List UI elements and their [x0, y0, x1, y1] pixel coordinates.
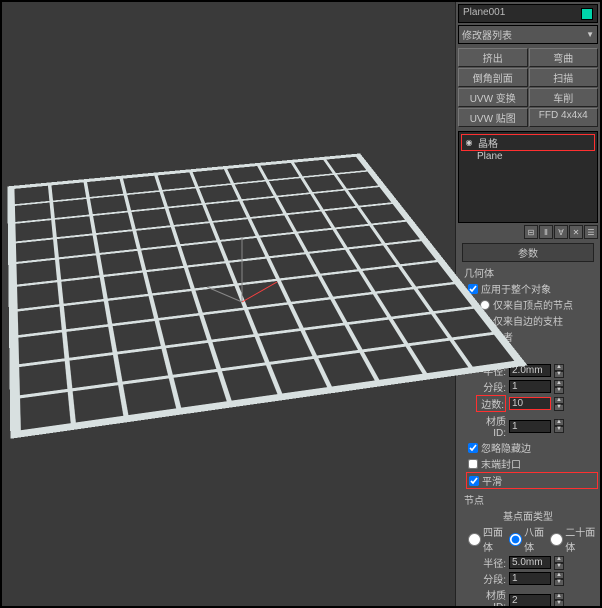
strut-sides-spinner[interactable]: 边数:10▲▼ [476, 395, 598, 412]
plane-object[interactable] [11, 155, 521, 434]
spinner-up-icon[interactable]: ▲ [554, 364, 564, 371]
spinner-down-icon[interactable]: ▼ [554, 600, 564, 606]
joint-matid-spinner[interactable]: 材质 ID:2▲▼ [476, 587, 598, 606]
spinner-up-icon[interactable]: ▲ [554, 380, 564, 387]
modifier-stack[interactable]: ◉ 晶格 Plane [458, 131, 598, 223]
spinner-down-icon[interactable]: ▼ [554, 387, 564, 394]
visibility-icon[interactable]: ◉ [464, 138, 474, 148]
stack-item-lattice[interactable]: ◉ 晶格 [461, 134, 595, 151]
spinner-up-icon[interactable]: ▲ [554, 593, 564, 600]
spinner-down-icon[interactable]: ▼ [554, 371, 564, 378]
ffd-button[interactable]: FFD 4x4x4 [529, 108, 599, 127]
spinner-down-icon[interactable]: ▼ [554, 563, 564, 570]
extrude-button[interactable]: 挤出 [458, 48, 528, 67]
remove-modifier-button[interactable]: ✕ [569, 225, 583, 239]
dropdown-arrow-icon: ▼ [586, 30, 594, 39]
lathe-button[interactable]: 车削 [529, 88, 599, 107]
only-edge-radio[interactable]: 仅来自边的支柱 [480, 313, 598, 328]
stack-item-label: Plane [477, 151, 503, 162]
octa-radio[interactable]: 八面体 [509, 524, 548, 554]
tetra-radio[interactable]: 四面体 [468, 524, 507, 554]
params-rollup-header[interactable]: 参数 [462, 243, 594, 262]
spinner-up-icon[interactable]: ▲ [554, 572, 564, 579]
modifier-list-label: 修改器列表 [462, 27, 512, 42]
spinner-up-icon[interactable]: ▲ [554, 556, 564, 563]
ignore-hidden-checkbox[interactable]: 忽略隐藏边 [468, 440, 598, 455]
uvw-map-button[interactable]: UVW 贴图 [458, 108, 528, 127]
object-name-text: Plane001 [463, 7, 505, 18]
object-color-swatch[interactable] [581, 8, 593, 20]
strut-segments-spinner[interactable]: 分段:1▲▼ [476, 379, 598, 394]
bend-button[interactable]: 弯曲 [529, 48, 599, 67]
spinner-down-icon[interactable]: ▼ [554, 426, 564, 433]
chamfer-button[interactable]: 倒角剖面 [458, 68, 528, 87]
stack-item-plane[interactable]: Plane [461, 151, 595, 162]
geometry-section-label: 几何体 [464, 265, 598, 280]
viewport[interactable] [2, 2, 455, 606]
end-caps-checkbox[interactable]: 末端封口 [468, 456, 598, 471]
stack-item-label: 晶格 [478, 135, 498, 150]
spinner-down-icon[interactable]: ▼ [554, 404, 564, 411]
modifier-list-dropdown[interactable]: 修改器列表 ▼ [458, 25, 598, 44]
spinner-up-icon[interactable]: ▲ [554, 397, 564, 404]
icosa-radio[interactable]: 二十面体 [550, 524, 598, 554]
object-name-field[interactable]: Plane001 [458, 4, 598, 23]
base-type-label: 基点面类型 [458, 508, 598, 523]
joints-section-label: 节点 [464, 492, 598, 507]
make-unique-button[interactable]: ∀ [554, 225, 568, 239]
only-vertex-radio[interactable]: 仅来自顶点的节点 [480, 297, 598, 312]
uvw-xform-button[interactable]: UVW 变换 [458, 88, 528, 107]
spinner-up-icon[interactable]: ▲ [554, 419, 564, 426]
configure-sets-button[interactable]: ☰ [584, 225, 598, 239]
strut-matid-spinner[interactable]: 材质 ID:1▲▼ [476, 413, 598, 439]
spinner-down-icon[interactable]: ▼ [554, 579, 564, 586]
smooth-checkbox[interactable]: 平滑 [466, 472, 598, 489]
joint-segments-spinner[interactable]: 分段:1▲▼ [476, 571, 598, 586]
pin-stack-button[interactable]: ⊟ [524, 225, 538, 239]
params-scroll[interactable]: 参数 几何体 应用于整个对象 仅来自顶点的节点 仅来自边的支柱 二者 支柱 半径… [456, 241, 600, 606]
sweep-button[interactable]: 扫描 [529, 68, 599, 87]
joint-radius-spinner[interactable]: 半径:5.0mm▲▼ [476, 555, 598, 570]
apply-whole-checkbox[interactable]: 应用于整个对象 [468, 281, 598, 296]
show-end-result-button[interactable]: Ⅱ [539, 225, 553, 239]
